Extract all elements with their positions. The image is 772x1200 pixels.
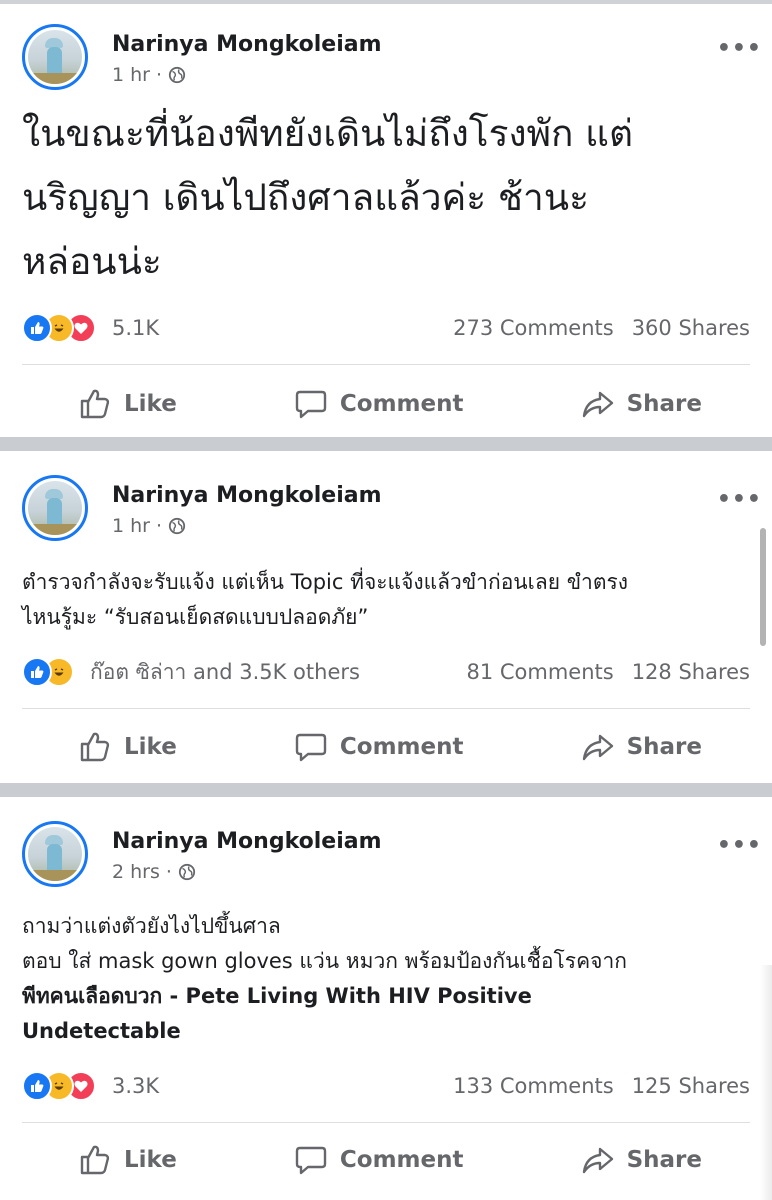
post-meta: 1 hr · [112, 64, 186, 86]
like-button[interactable]: Like [78, 1140, 177, 1180]
post-body-line: ตำรวจกำลังจะรับแจ้ง แต่เห็น Topic ที่จะแ… [22, 570, 629, 594]
comment-button[interactable]: Comment [294, 384, 464, 424]
action-divider [22, 364, 750, 365]
share-button[interactable]: Share [581, 1140, 702, 1180]
thumbs-up-icon [80, 1145, 110, 1175]
post-body-line: ถามว่าแต่งตัวยังไงไปขึ้นศาล [22, 914, 281, 938]
like-button[interactable]: Like [78, 727, 177, 767]
post-timestamp[interactable]: 1 hr [112, 515, 150, 537]
action-divider [22, 1122, 750, 1123]
post-stats: 3.3K 133 Comments 125 Shares [22, 1070, 750, 1102]
comment-count[interactable]: 81 Comments [466, 660, 613, 684]
post-body-line: นริญญา เดินไปถึงศาลแล้วค่ะ ช้านะ [22, 176, 589, 219]
globe-icon [178, 863, 196, 881]
comment-label: Comment [339, 1147, 464, 1173]
post-stats: 5.1K 273 Comments 360 Shares [22, 312, 750, 344]
author-name[interactable]: Narinya Mongkoleiam [112, 829, 382, 854]
post-actions: Like Comment Share [22, 1140, 750, 1180]
share-count[interactable]: 360 Shares [632, 316, 750, 340]
post-stats: ก๊อต ซิล่าา and 3.5K others 81 Comments … [22, 656, 750, 688]
like-reaction-icon [22, 657, 52, 687]
post-header: Narinya Mongkoleiam 1 hr · ••• [22, 24, 762, 96]
post-body-line: ตอบ ใส่ mask gown gloves แว่น หมวก พร้อม… [22, 949, 627, 973]
feed-post: Narinya Mongkoleiam 1 hr · ••• ตำรวจกำลั… [0, 451, 772, 781]
post-body: ตำรวจกำลังจะรับแจ้ง แต่เห็น Topic ที่จะแ… [22, 565, 757, 635]
more-options-button[interactable]: ••• [717, 36, 762, 61]
speech-bubble-icon [295, 733, 327, 762]
post-header: Narinya Mongkoleiam 2 hrs · ••• [22, 821, 762, 893]
page-edge-shadow [760, 965, 772, 1200]
post-meta: 1 hr · [112, 515, 186, 537]
reaction-count[interactable]: 3.3K [112, 1074, 159, 1098]
post-body-line: Undetectable [22, 1019, 181, 1043]
like-reaction-icon [22, 313, 52, 343]
globe-icon [168, 66, 186, 84]
author-avatar[interactable] [22, 475, 88, 541]
thumbs-up-icon [80, 732, 110, 762]
post-actions: Like Comment Share [22, 384, 750, 424]
post-body: ถามว่าแต่งตัวยังไงไปขึ้นศาล ตอบ ใส่ mask… [22, 909, 757, 1049]
more-options-button[interactable]: ••• [717, 487, 762, 512]
reaction-summary[interactable] [22, 313, 96, 343]
post-header: Narinya Mongkoleiam 1 hr · ••• [22, 475, 762, 547]
share-label: Share [626, 1147, 702, 1173]
reaction-count[interactable]: 5.1K [112, 316, 159, 340]
feed-gap [0, 437, 772, 451]
like-label: Like [124, 1147, 177, 1173]
like-label: Like [124, 734, 177, 760]
share-button[interactable]: Share [581, 727, 702, 767]
like-label: Like [124, 391, 177, 417]
share-label: Share [626, 734, 702, 760]
like-reaction-icon [22, 1071, 52, 1101]
author-name[interactable]: Narinya Mongkoleiam [112, 483, 382, 508]
post-actions: Like Comment Share [22, 727, 750, 767]
share-arrow-icon [582, 391, 613, 418]
comment-count[interactable]: 273 Comments [453, 316, 614, 340]
post-body: ในขณะที่น้องพีทยังเดินไม่ถึงโรงพัก แต่ น… [22, 102, 757, 294]
share-arrow-icon [582, 734, 613, 761]
feed-gap [0, 783, 772, 797]
share-button[interactable]: Share [581, 384, 702, 424]
comment-button[interactable]: Comment [294, 727, 464, 767]
post-body-line: ไหนรู้มะ “รับสอนเย็ดสดแบบปลอดภัย” [22, 605, 369, 629]
speech-bubble-icon [295, 1146, 327, 1175]
meta-separator: · [155, 64, 163, 86]
post-timestamp[interactable]: 2 hrs [112, 861, 160, 883]
post-body-line: ในขณะที่น้องพีทยังเดินไม่ถึงโรงพัก แต่ [22, 112, 634, 155]
post-body-line: พีทคนเลือดบวก - Pete Living With HIV Pos… [22, 984, 532, 1008]
reaction-summary[interactable] [22, 657, 74, 687]
comment-count[interactable]: 133 Comments [453, 1074, 614, 1098]
author-avatar[interactable] [22, 821, 88, 887]
comment-label: Comment [339, 734, 464, 760]
feed-post: Narinya Mongkoleiam 2 hrs · ••• ถามว่าแต… [0, 797, 772, 1200]
reaction-count[interactable]: ก๊อต ซิล่าา and 3.5K others [90, 656, 360, 689]
comment-button[interactable]: Comment [294, 1140, 464, 1180]
author-avatar[interactable] [22, 24, 88, 90]
scrollbar[interactable] [760, 528, 766, 646]
post-timestamp[interactable]: 1 hr [112, 64, 150, 86]
author-name[interactable]: Narinya Mongkoleiam [112, 32, 382, 57]
reaction-summary[interactable] [22, 1071, 96, 1101]
share-arrow-icon [582, 1147, 613, 1174]
share-count[interactable]: 128 Shares [632, 660, 750, 684]
meta-separator: · [155, 515, 163, 537]
speech-bubble-icon [295, 390, 327, 419]
feed-post: Narinya Mongkoleiam 1 hr · ••• ในขณะที่น… [0, 4, 772, 436]
thumbs-up-icon [80, 389, 110, 419]
globe-icon [168, 517, 186, 535]
action-divider [22, 708, 750, 709]
more-options-button[interactable]: ••• [717, 833, 762, 858]
share-label: Share [626, 391, 702, 417]
like-button[interactable]: Like [78, 384, 177, 424]
post-meta: 2 hrs · [112, 861, 196, 883]
meta-separator: · [165, 861, 172, 883]
share-count[interactable]: 125 Shares [632, 1074, 750, 1098]
post-body-line: หล่อนน่ะ [22, 240, 162, 283]
comment-label: Comment [339, 391, 464, 417]
